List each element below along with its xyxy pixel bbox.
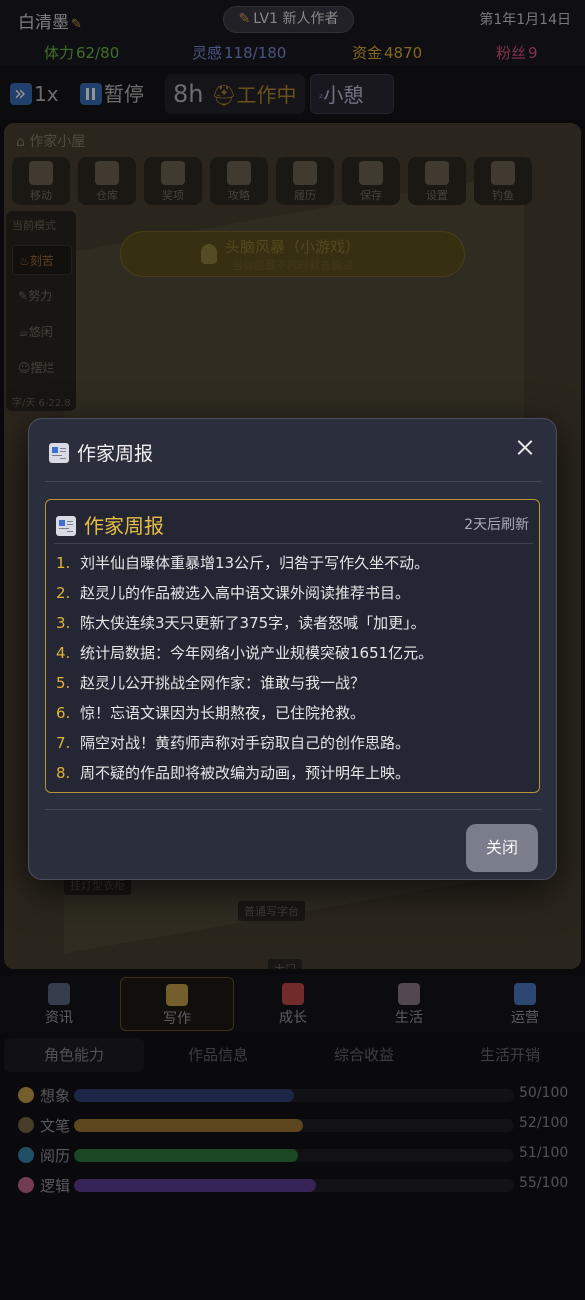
- news-item: 8. 周不疑的作品即将被改编为动画，预计明年上映。: [56, 764, 411, 782]
- divider: [45, 481, 542, 482]
- close-icon[interactable]: [512, 435, 538, 461]
- game-screen: 白清墨 ✎ ✎ LV1 新人作者 第1年1月14日 体力 62/80 灵感 118/18…: [0, 0, 585, 1300]
- newspaper-icon: [56, 515, 76, 536]
- dialog-title: 作家周报: [49, 439, 153, 466]
- newspaper-icon: [49, 442, 69, 463]
- news-list: 1. 刘半仙自曝体重暴增13公斤，归咎于写作久坐不动。 2. 赵灵儿的作品被选入高中…: [56, 548, 532, 788]
- news-box-title: 作家周报: [56, 510, 164, 539]
- refresh-timer: 2天后刷新: [464, 517, 529, 533]
- news-item: 3. 陈大侠连续3天只更新了375字，读者怒喊「加更」。: [56, 614, 426, 632]
- news-item: 2. 赵灵儿的作品被选入高中语文课外阅读推荐书目。: [56, 584, 411, 602]
- divider: [54, 543, 533, 544]
- close-button[interactable]: 关闭: [466, 824, 538, 872]
- news-item: 1. 刘半仙自曝体重暴增13公斤，归咎于写作久坐不动。: [56, 554, 430, 572]
- news-item: 5. 赵灵儿公开挑战全网作家：谁敢与我一战？: [56, 674, 366, 692]
- news-item: 4. 统计局数据：今年网络小说产业规模突破1651亿元。: [56, 644, 434, 662]
- news-item: 6. 惊！忘语文课因为长期熬夜，已住院抢救。: [56, 704, 366, 722]
- news-item: 7. 隔空对战！黄药师声称对手窃取自己的创作思路。: [56, 734, 411, 752]
- news-box: 作家周报 2天后刷新 1. 刘半仙自曝体重暴增13公斤，归咎于写作久坐不动。 2.…: [45, 499, 540, 793]
- weekly-report-dialog: 作家周报 作家周报 2天后刷新 1. 刘半仙自曝体重暴增13公斤，归咎于写作久坐不…: [28, 418, 557, 880]
- divider: [45, 809, 542, 810]
